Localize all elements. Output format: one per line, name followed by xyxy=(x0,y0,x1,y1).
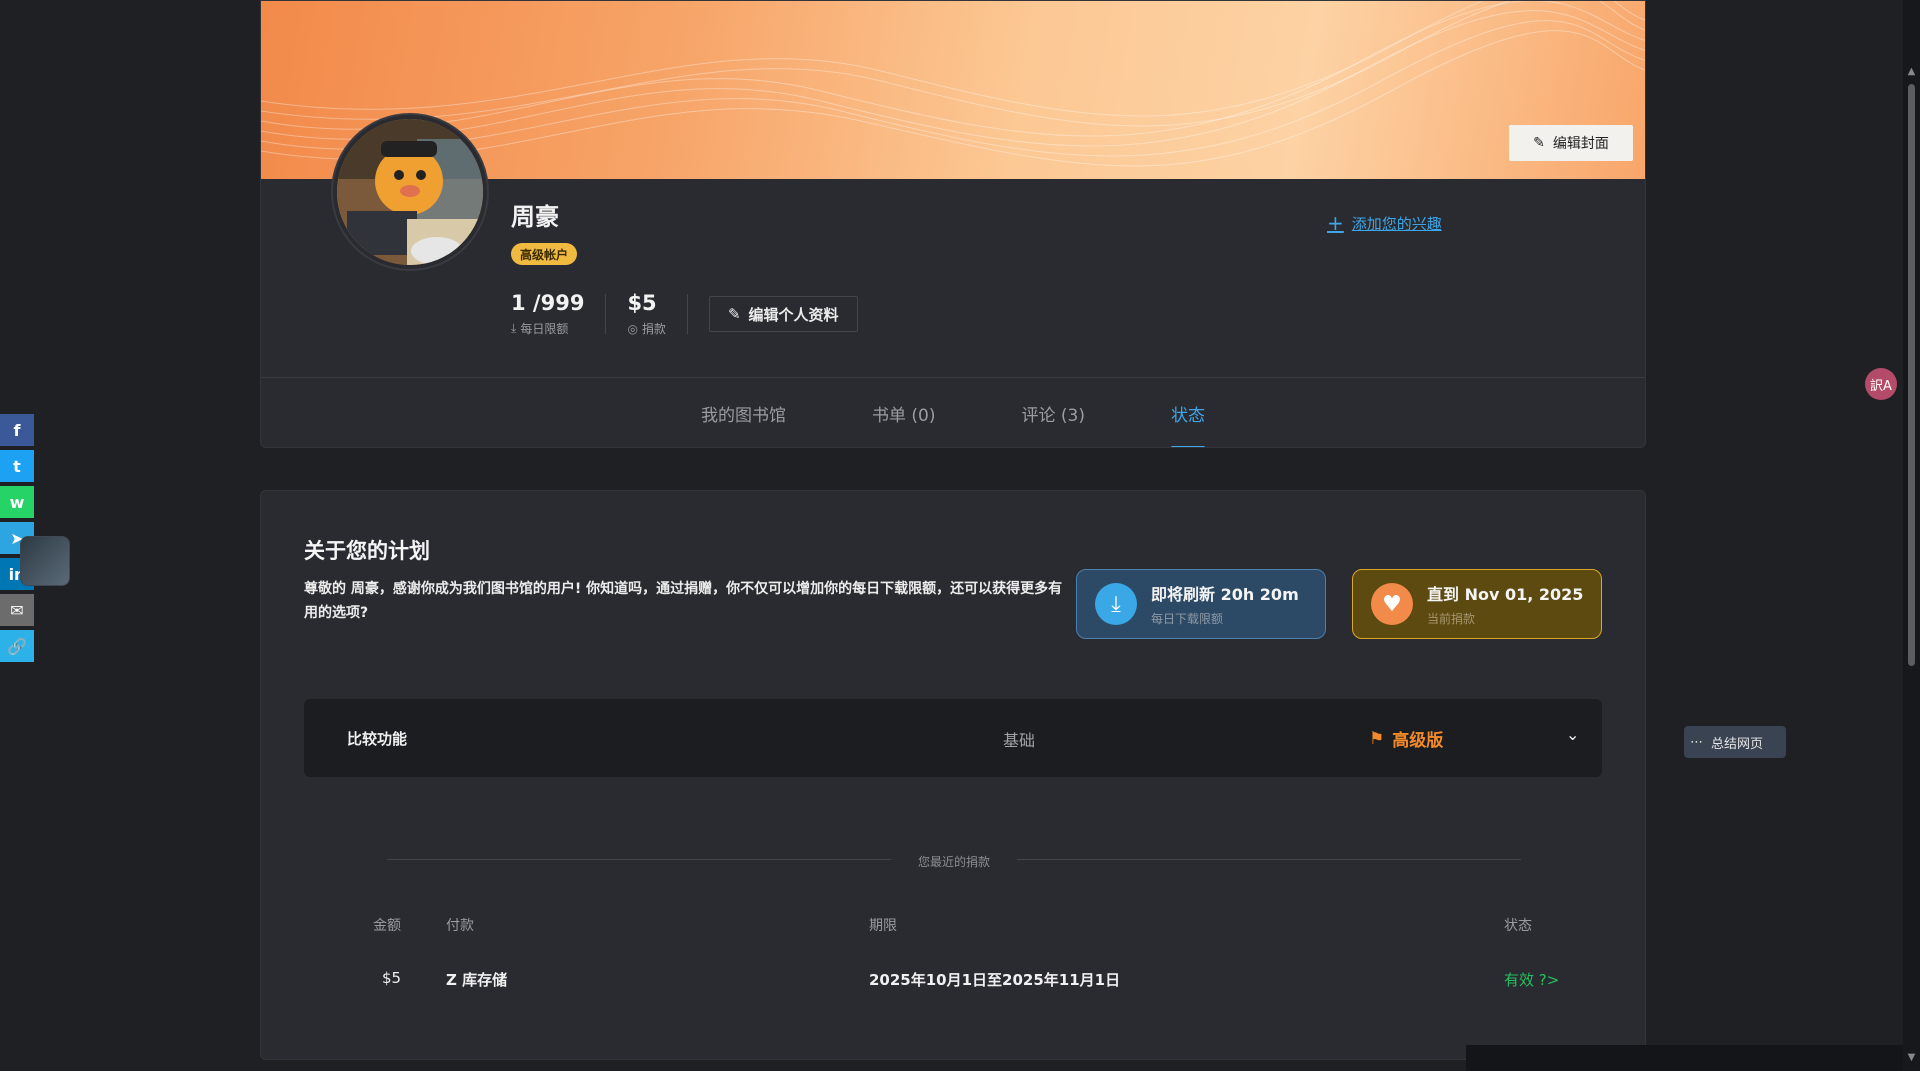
recent-donations-divider: 您最近的捐款 xyxy=(387,853,1521,869)
compare-label: 比较功能 xyxy=(347,730,408,748)
pencil-icon: ✎ xyxy=(1533,135,1545,151)
daily-limit-value: 1 /999 xyxy=(511,291,585,315)
refresh-time: 即将刷新 20h 20m xyxy=(1151,585,1299,604)
summarize-page-button[interactable]: ⋯ 总结网页 xyxy=(1684,726,1786,758)
scroll-down-arrow[interactable]: ▼ xyxy=(1903,1052,1920,1066)
edit-profile-label: 编辑个人资料 xyxy=(748,305,839,324)
edit-profile-button[interactable]: ✎ 编辑个人资料 xyxy=(708,296,858,332)
donation-stat: $5 ◎ 捐款 xyxy=(627,291,666,337)
floating-handle[interactable] xyxy=(20,536,70,586)
donation-label: 捐款 xyxy=(641,322,666,336)
compare-premium: ⚑ 高级版 xyxy=(1369,726,1444,752)
download-icon: ⤓ xyxy=(1095,583,1137,625)
profile-stats: 1 /999 ⤓ 每日限额 $5 ◎ 捐款 ✎ 编辑个人资料 xyxy=(511,291,858,337)
plan-title: 关于您的计划 xyxy=(304,539,430,563)
email-icon[interactable]: ✉ xyxy=(0,594,34,626)
table-header-payment: 付款 xyxy=(446,918,474,934)
download-icon: ⤓ xyxy=(511,321,517,335)
daily-limit-label-row: ⤓ 每日限额 xyxy=(511,320,584,337)
page: ✎ 编辑封面 周豪 高级帐户 + 添加您的兴趣 1 /999 ⤓ 每日限额 $5… xyxy=(0,0,1920,1071)
bottom-overlay-strip xyxy=(1466,1045,1903,1071)
chevron-down-icon[interactable]: ⌄ xyxy=(1566,725,1579,744)
flag-icon: ⚑ xyxy=(1369,728,1385,749)
donation-box-label: 当前捐款 xyxy=(1427,612,1476,626)
pencil-icon: ✎ xyxy=(727,305,741,323)
donation-info-box: ♥ 直到 Nov 01, 2025 当前捐款 xyxy=(1352,569,1602,639)
heart-hand-icon: ♥ xyxy=(1371,583,1413,625)
row-payment: Z 库存储 xyxy=(446,971,508,989)
refresh-info-box: ⤓ 即将刷新 20h 20m 每日下载限额 xyxy=(1076,569,1326,639)
link-icon[interactable]: 🔗 xyxy=(0,630,34,662)
table-header-amount: 金额 xyxy=(373,918,401,934)
facebook-icon[interactable]: f xyxy=(0,414,34,446)
whatsapp-icon[interactable]: w xyxy=(0,486,34,518)
divider-line-left xyxy=(387,859,891,860)
stat-divider xyxy=(605,294,607,334)
daily-limit-stat: 1 /999 ⤓ 每日限额 xyxy=(511,291,584,337)
profile-card: ✎ 编辑封面 周豪 高级帐户 + 添加您的兴趣 1 /999 ⤓ 每日限额 $5… xyxy=(260,0,1646,448)
table-header-period: 期限 xyxy=(869,918,897,934)
avatar-illustration xyxy=(337,119,483,265)
add-interest-link[interactable]: + 添加您的兴趣 xyxy=(1327,211,1442,235)
table-header-status: 状态 xyxy=(1504,918,1532,934)
more-icon: ⋯ xyxy=(1690,734,1703,750)
summarize-label: 总结网页 xyxy=(1711,736,1764,752)
recent-donations-label: 您最近的捐款 xyxy=(917,855,990,869)
divider-line-right xyxy=(1017,859,1521,860)
row-status[interactable]: 有效 ?> xyxy=(1504,969,1559,990)
donation-label-row: ◎ 捐款 xyxy=(627,320,666,337)
twitter-icon[interactable]: t xyxy=(0,450,34,482)
tab-booklists[interactable]: 书单 (0) xyxy=(829,377,978,447)
row-amount: $5 xyxy=(382,969,402,987)
donation-until: 直到 Nov 01, 2025 xyxy=(1427,585,1584,604)
edit-cover-label: 编辑封面 xyxy=(1552,136,1609,152)
translate-icon[interactable]: 訳A xyxy=(1865,368,1897,400)
profile-tabs: 我的图书馆 书单 (0) 评论 (3) 状态 xyxy=(261,377,1645,447)
compare-features-bar[interactable]: 比较功能 基础 ⚑ 高级版 ⌄ xyxy=(304,699,1602,777)
plan-description: 尊敬的 周豪，感谢你成为我们图书馆的用户! 你知道吗，通过捐赠，你不仅可以增加你… xyxy=(304,581,1063,621)
edit-cover-button[interactable]: ✎ 编辑封面 xyxy=(1509,125,1633,161)
stat-divider xyxy=(686,294,688,334)
avatar[interactable] xyxy=(333,115,487,269)
row-period: 2025年10月1日至2025年11月1日 xyxy=(869,971,1121,989)
tab-my-library[interactable]: 我的图书馆 xyxy=(658,377,829,447)
coin-icon: ◎ xyxy=(627,321,638,336)
refresh-label: 每日下载限额 xyxy=(1151,612,1224,626)
user-name: 周豪 xyxy=(511,203,559,231)
plus-icon: + xyxy=(1327,211,1344,235)
compare-basic: 基础 xyxy=(1003,731,1036,750)
compare-premium-label: 高级版 xyxy=(1392,731,1444,751)
scroll-thumb[interactable] xyxy=(1908,84,1915,666)
plan-card: 关于您的计划 尊敬的 周豪，感谢你成为我们图书馆的用户! 你知道吗，通过捐赠，你… xyxy=(260,490,1646,1060)
donation-value: $5 xyxy=(627,291,657,315)
add-interest-label: 添加您的兴趣 xyxy=(1351,214,1442,233)
premium-badge: 高级帐户 xyxy=(511,243,578,265)
scroll-up-arrow[interactable]: ▲ xyxy=(1903,66,1920,80)
vertical-scrollbar[interactable]: ▲ ▼ xyxy=(1903,0,1920,1071)
daily-limit-label: 每日限额 xyxy=(520,322,569,336)
tab-status[interactable]: 状态 xyxy=(1128,377,1248,447)
tab-reviews[interactable]: 评论 (3) xyxy=(979,377,1128,447)
